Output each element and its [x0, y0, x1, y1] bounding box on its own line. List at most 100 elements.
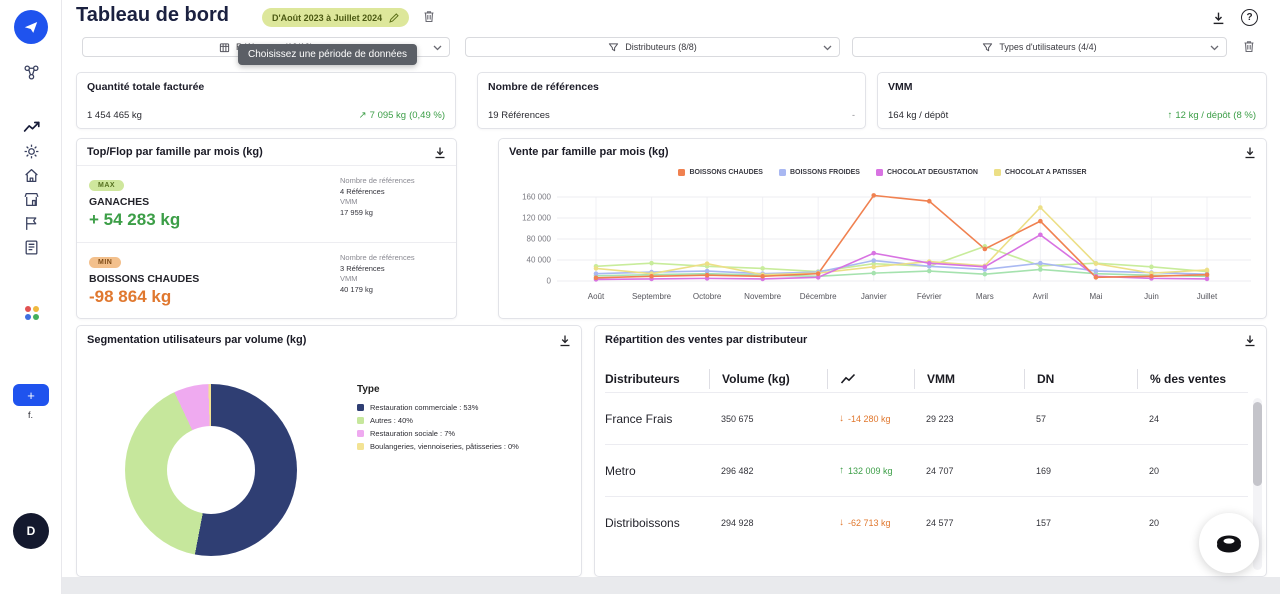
segmentation-title: Segmentation utilisateurs par volume (kg… — [87, 334, 307, 346]
min-stats: Nombre de références 3 Références VMM 40… — [340, 253, 415, 295]
download-icon[interactable] — [559, 334, 571, 347]
sidebar-item-documents[interactable] — [23, 239, 40, 261]
svg-text:Mai: Mai — [1089, 292, 1102, 301]
volume-value: 350 675 — [721, 413, 754, 424]
legend-label: Boulangeries, viennoiseries, pâtisseries… — [370, 442, 519, 451]
download-icon[interactable] — [1244, 334, 1256, 347]
sidebar-item-settings[interactable] — [23, 143, 40, 165]
legend-item[interactable]: CHOCOLAT A PATISSER — [993, 169, 1087, 176]
sales-line-chart-card: Vente par famille par mois (kg) BOISSONS… — [498, 138, 1267, 319]
up-arrow-icon: ↑ — [1167, 110, 1173, 121]
donut-legend-item[interactable]: Boulangeries, viennoiseries, pâtisseries… — [357, 442, 519, 451]
chat-widget-icon — [1212, 526, 1246, 560]
gear-icon — [23, 143, 40, 165]
sidebar-item-reports[interactable] — [23, 215, 40, 237]
legend-swatch — [357, 430, 364, 437]
legend-label: CHOCOLAT A PATISSER — [1004, 169, 1087, 176]
topflop-max-section: MAX GANACHES + 54 283 kg Nombre de référ… — [77, 166, 456, 242]
column-header-volume: Volume (kg) — [709, 369, 827, 389]
legend-swatch — [357, 404, 364, 411]
download-icon[interactable] — [434, 146, 446, 159]
stat-value: 3 Références — [340, 263, 385, 273]
trend-cell: ↓ -14 280 kg — [827, 413, 914, 424]
funnel-icon — [982, 42, 993, 53]
add-button[interactable]: + — [13, 384, 49, 406]
legend-swatch — [678, 169, 686, 176]
page-title: Tableau de bord — [76, 4, 229, 26]
stat-label: Nombre de références — [340, 176, 415, 185]
blue-dot-icon — [25, 314, 31, 320]
column-header-vmm: VMM — [914, 369, 1024, 389]
user-segmentation-donut[interactable] — [125, 384, 297, 556]
distributor-name: Distriboissons — [605, 515, 680, 530]
kpi-value: 19 Références — [488, 110, 550, 121]
clear-filters-button[interactable] — [1243, 40, 1255, 53]
user-types-filter-dropdown[interactable]: Types d'utilisateurs (4/4) — [852, 37, 1227, 57]
user-avatar[interactable]: D — [13, 513, 49, 549]
sidebar-item-home[interactable] — [23, 167, 40, 189]
user-types-filter-label: Types d'utilisateurs (4/4) — [999, 42, 1097, 52]
kpi-title: Nombre de références — [488, 81, 599, 93]
chevron-down-icon — [1210, 45, 1219, 51]
dn-value: 57 — [1036, 413, 1047, 424]
delete-period-button[interactable] — [423, 10, 435, 23]
legend-swatch — [875, 169, 883, 176]
legend-swatch — [778, 169, 786, 176]
donut-legend-item[interactable]: Restauration commerciale : 53% — [357, 403, 519, 412]
distributors-filter-dropdown[interactable]: Distributeurs (8/8) — [465, 37, 840, 57]
kpi-value: 164 kg / dépôt — [888, 110, 949, 121]
pencil-icon[interactable] — [389, 12, 399, 23]
topflop-title: Top/Flop par famille par mois (kg) — [87, 146, 263, 158]
distributor-name: France Frais — [605, 411, 673, 426]
legend-item[interactable]: BOISSONS CHAUDES — [678, 169, 763, 176]
svg-text:120 000: 120 000 — [522, 214, 551, 223]
topflop-min-section: MIN BOISSONS CHAUDES -98 864 kg Nombre d… — [77, 243, 456, 319]
distributor-name: Metro — [605, 463, 636, 478]
sidebar-item-integrations[interactable] — [25, 306, 39, 320]
svg-text:160 000: 160 000 — [522, 193, 551, 202]
stat-label: Nombre de références — [340, 253, 415, 262]
svg-text:Janvier: Janvier — [861, 292, 887, 301]
distributors-filter-label: Distributeurs (8/8) — [625, 42, 697, 52]
table-row[interactable]: Distriboissons 294 928 ↓ -62 713 kg 24 577 15… — [605, 496, 1248, 548]
svg-text:Juin: Juin — [1144, 292, 1159, 301]
table-row[interactable]: Metro 296 482 ↑ 132 009 kg 24 707 169 20 — [605, 444, 1248, 496]
storefront-icon — [23, 191, 40, 213]
app-root: + f. D Tableau de bord D'Août 2023 à Jui… — [0, 0, 1280, 594]
legend-item[interactable]: BOISSONS FROIDES — [778, 169, 860, 176]
line-chart-title: Vente par famille par mois (kg) — [509, 146, 669, 158]
kpi-no-delta: - — [852, 110, 855, 120]
donut-hole — [167, 426, 255, 514]
yellow-dot-icon — [33, 306, 39, 312]
period-badge-label: D'Août 2023 à Juillet 2024 — [272, 12, 383, 23]
sidebar-item-dashboard[interactable] — [23, 118, 41, 141]
green-dot-icon — [33, 314, 39, 320]
page-bottom-strip — [62, 577, 1280, 594]
download-icon[interactable] — [1244, 146, 1256, 159]
sidebar-footer-text: f. — [27, 410, 33, 420]
chat-widget-button[interactable] — [1199, 513, 1259, 573]
help-button[interactable]: ? — [1241, 9, 1258, 26]
table-row[interactable]: France Frais 350 675 ↓ -14 280 kg 29 223 57 24 — [605, 392, 1248, 444]
column-header-pct: % des ventes — [1137, 369, 1252, 389]
kpi-delta-value: 7 095 kg — [369, 110, 407, 121]
table-scrollbar-thumb[interactable] — [1253, 402, 1262, 486]
app-logo[interactable] — [14, 10, 48, 44]
chevron-down-icon — [433, 45, 442, 51]
trend-cell: ↑ 132 009 kg — [827, 465, 914, 476]
sidebar-item-store[interactable] — [23, 191, 40, 213]
svg-text:Décembre: Décembre — [800, 292, 837, 301]
volume-value: 294 928 — [721, 517, 754, 528]
sales-line-chart-svg: 0 40 000 80 000 120 000 160 000 Août Septembre… — [522, 193, 1251, 301]
svg-text:80 000: 80 000 — [527, 235, 552, 244]
download-dashboard-button[interactable] — [1212, 11, 1225, 25]
sidebar-item-network[interactable] — [23, 64, 40, 86]
grid-icon — [219, 42, 230, 53]
period-badge[interactable]: D'Août 2023 à Juillet 2024 — [262, 8, 410, 27]
legend-item[interactable]: CHOCOLAT DEGUSTATION — [875, 169, 978, 176]
donut-legend-item[interactable]: Restauration sociale : 7% — [357, 429, 519, 438]
donut-legend-item[interactable]: Autres : 40% — [357, 416, 519, 425]
red-dot-icon — [25, 306, 31, 312]
stat-value: 4 Références — [340, 186, 385, 196]
legend-label: BOISSONS CHAUDES — [689, 169, 763, 176]
